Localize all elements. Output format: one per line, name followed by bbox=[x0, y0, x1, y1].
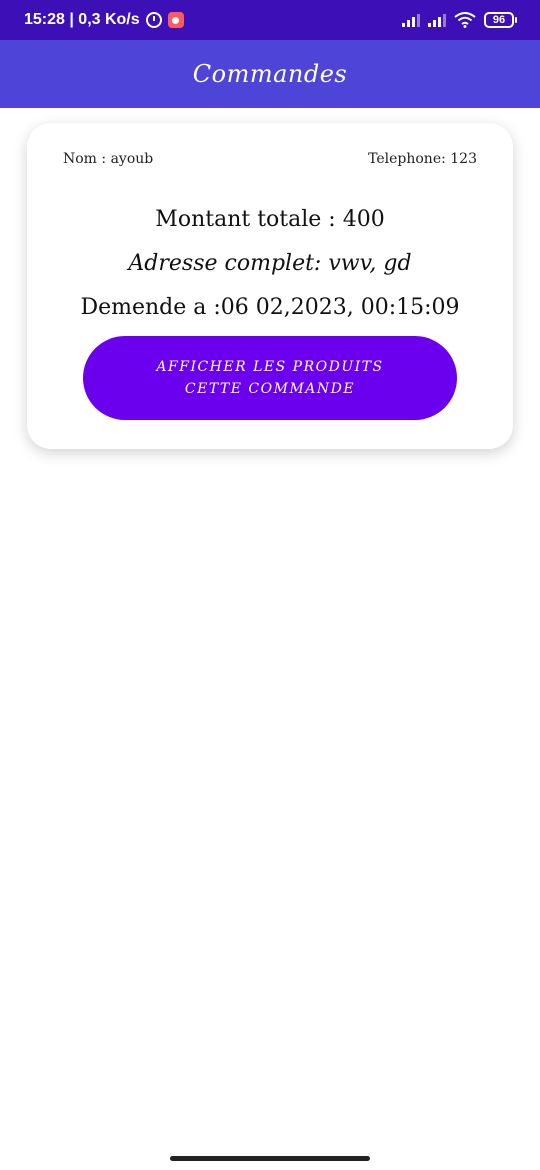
order-date: Demende a :06 02,2023, 00:15:09 bbox=[80, 295, 460, 320]
order-card: Nom : ayoub Telephone: 123 Montant total… bbox=[27, 123, 513, 449]
app-notification-icon bbox=[167, 12, 184, 28]
status-right: 96 bbox=[402, 0, 517, 40]
show-products-button-label: AFFICHER LES PRODUITS CETTE COMMANDE bbox=[156, 359, 384, 397]
signal-icon bbox=[428, 13, 446, 27]
app-bar: Commandes bbox=[0, 40, 540, 108]
page-title: Commandes bbox=[192, 60, 348, 88]
wifi-icon bbox=[454, 12, 476, 28]
status-bar: 15:28 | 0,3 Ko/s 96 bbox=[0, 0, 540, 40]
show-products-button[interactable]: AFFICHER LES PRODUITS CETTE COMMANDE bbox=[83, 336, 457, 420]
order-amount: Montant totale : 400 bbox=[155, 207, 385, 232]
status-left: 15:28 | 0,3 Ko/s bbox=[24, 0, 184, 40]
order-header: Nom : ayoub Telephone: 123 bbox=[63, 151, 477, 167]
order-address: Adresse complet: vwv, gd bbox=[128, 251, 412, 276]
signal-icon bbox=[402, 13, 420, 27]
customer-telephone: Telephone: 123 bbox=[368, 151, 477, 167]
home-indicator[interactable] bbox=[170, 1156, 370, 1161]
customer-name: Nom : ayoub bbox=[63, 151, 154, 167]
alarm-icon bbox=[145, 12, 162, 28]
battery-icon: 96 bbox=[484, 12, 517, 28]
status-time-speed: 15:28 | 0,3 Ko/s bbox=[24, 11, 140, 28]
